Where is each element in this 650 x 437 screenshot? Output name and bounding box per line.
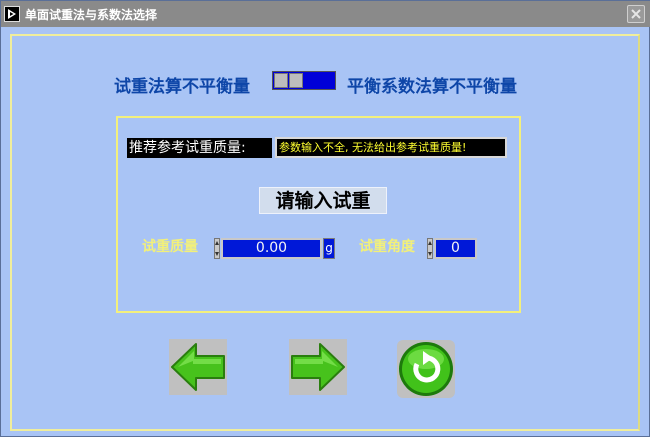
stepper-arrows-icon: [215, 241, 219, 256]
trial-mass-input[interactable]: 0.00: [221, 238, 322, 259]
mode-label-coefficient: 平衡系数法算不平衡量: [347, 77, 517, 97]
close-button[interactable]: [627, 5, 645, 23]
arrow-right-icon: [291, 343, 345, 391]
title-bar: 单面试重法与系数法选择: [1, 1, 650, 27]
stepper-arrows-icon: [428, 241, 432, 256]
trial-mass-stepper[interactable]: [214, 238, 220, 259]
arrow-left-icon: [171, 343, 225, 391]
recommended-mass-indicator: 参数输入不全, 无法给出参考试重质量!: [275, 137, 507, 158]
trial-mass-label: 试重质量: [142, 239, 198, 255]
input-heading: 请输入试重: [259, 187, 387, 214]
mode-selector-row: 试重法算不平衡量 平衡系数法算不平衡量: [1, 69, 650, 97]
labview-run-icon: [4, 6, 20, 22]
close-icon: [631, 9, 641, 19]
switch-knob: [274, 73, 288, 88]
back-button[interactable]: [169, 339, 227, 395]
recommended-mass-label: 推荐参考试重质量:: [127, 138, 272, 158]
app-window: 单面试重法与系数法选择 试重法算不平衡量 平衡系数法算不平衡量 推荐参考试重质量…: [0, 0, 650, 437]
switch-knob: [289, 73, 303, 88]
refresh-icon: [399, 342, 453, 396]
next-button[interactable]: [289, 339, 347, 395]
reset-button[interactable]: [397, 340, 455, 398]
trial-mass-unit: g: [323, 238, 335, 259]
mode-label-trial-weight: 试重法算不平衡量: [114, 77, 250, 97]
mode-toggle-switch[interactable]: [272, 71, 336, 90]
trial-angle-label: 试重角度: [359, 239, 415, 255]
window-title: 单面试重法与系数法选择: [25, 8, 158, 22]
trial-angle-stepper[interactable]: [427, 238, 433, 259]
trial-angle-input[interactable]: 0: [434, 238, 477, 259]
